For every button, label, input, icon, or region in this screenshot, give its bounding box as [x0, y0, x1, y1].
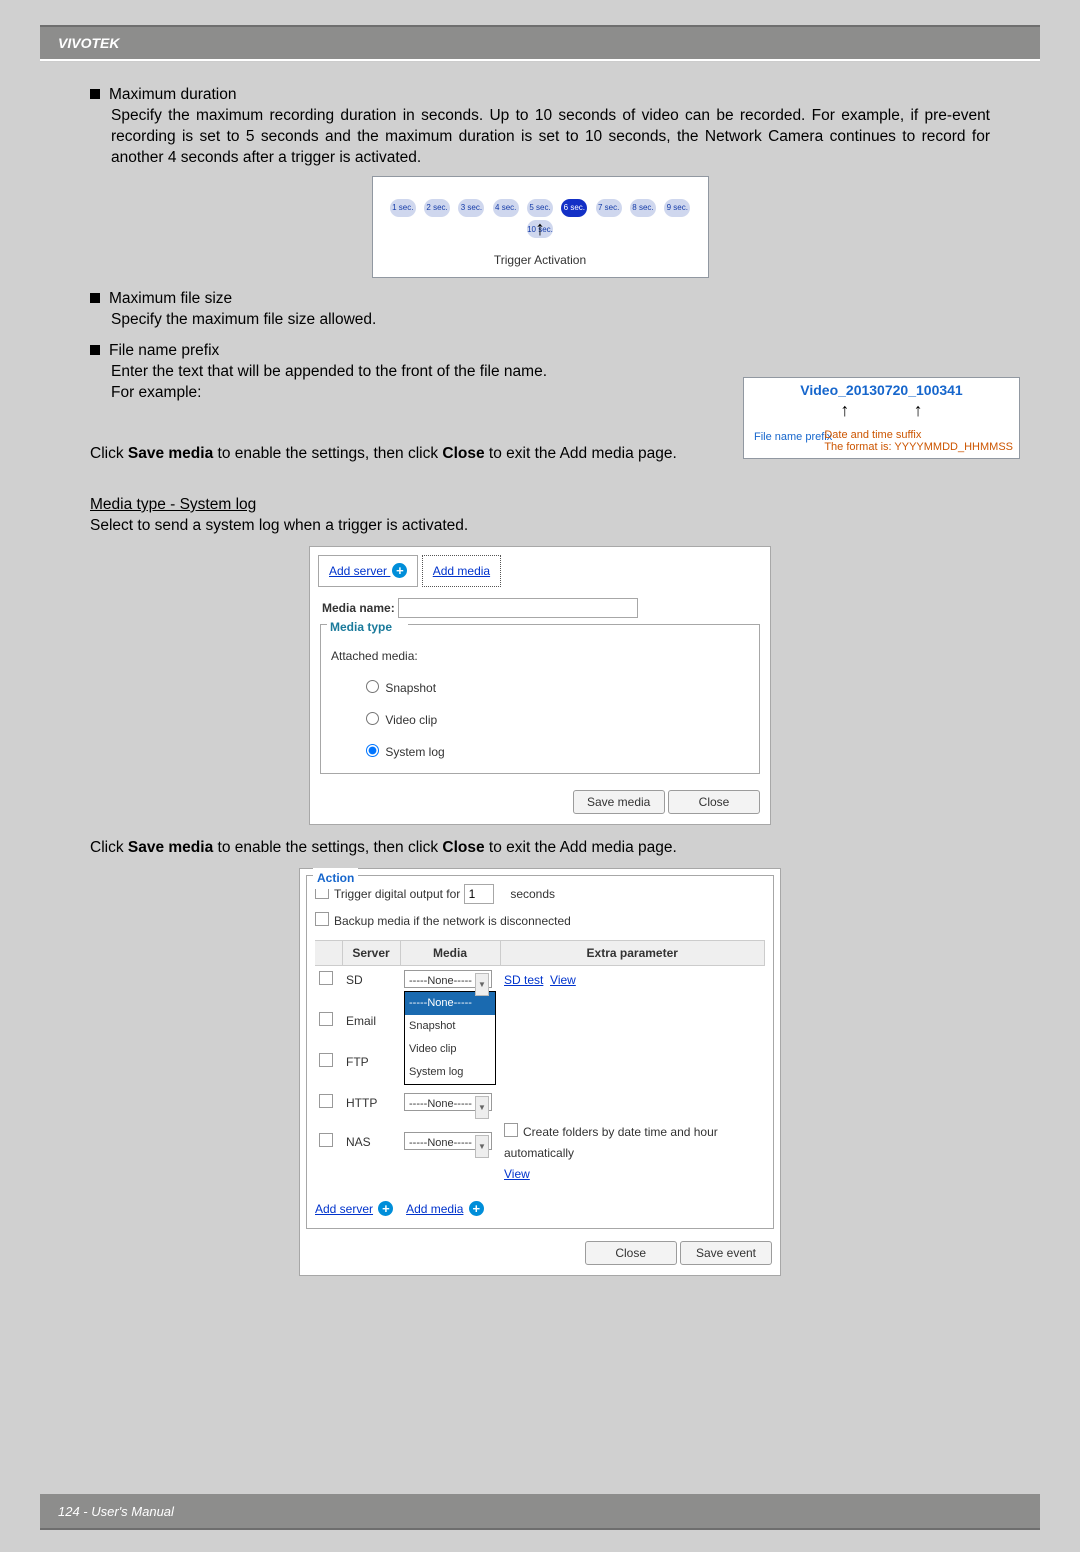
- backup-row: Backup media if the network is disconnec…: [315, 911, 765, 932]
- trigger-diagram: 1 sec. 2 sec. 3 sec. 4 sec. 5 sec. 6 sec…: [372, 176, 709, 278]
- http-media-select[interactable]: -----None-----: [404, 1093, 492, 1111]
- dd-systemlog[interactable]: System log: [405, 1061, 495, 1084]
- dialog-button-row: Save media Close: [310, 784, 770, 824]
- bullet-title: Maximum file size: [109, 290, 232, 307]
- trigger-do-value[interactable]: [464, 884, 494, 904]
- bullet-max-file-size: Maximum file size Specify the maximum fi…: [90, 288, 990, 330]
- checkbox-sd[interactable]: [319, 971, 333, 985]
- attached-media-label: Attached media:: [331, 646, 749, 667]
- radio-snapshot[interactable]: Snapshot: [361, 677, 749, 699]
- radio-systemlog[interactable]: System log: [361, 741, 749, 763]
- filename-suffix-label: Date and time suffix The format is: YYYY…: [824, 429, 1013, 453]
- row-ftp: FTP: [315, 1048, 765, 1089]
- save-close-text-2: Click Save media to enable the settings,…: [90, 837, 990, 858]
- tab-add-media[interactable]: Add media: [422, 555, 501, 587]
- header-separator: [40, 59, 1040, 62]
- save-event-button[interactable]: Save event: [680, 1241, 772, 1265]
- bullet-icon: [90, 293, 100, 303]
- radio-videoclip[interactable]: Video clip: [361, 709, 749, 731]
- checkbox-ftp[interactable]: [319, 1053, 333, 1067]
- action-legend: Action: [313, 868, 358, 889]
- filename-prefix-label: File name prefix: [754, 431, 832, 443]
- header-bar: VIVOTEK: [40, 25, 1040, 59]
- add-media-link[interactable]: Add media: [406, 1202, 463, 1216]
- main-content: Maximum duration Specify the maximum rec…: [90, 84, 990, 1276]
- plus-icon: +: [392, 563, 407, 578]
- row-http: HTTP -----None-----: [315, 1089, 765, 1118]
- plus-icon: +: [469, 1201, 484, 1216]
- close-button[interactable]: Close: [668, 790, 760, 814]
- bullet-icon: [90, 89, 100, 99]
- dd-videoclip[interactable]: Video clip: [405, 1038, 495, 1061]
- sd-view-link[interactable]: View: [550, 973, 576, 987]
- media-name-label: Media name:: [322, 601, 395, 615]
- sec-7: 7 sec.: [596, 199, 622, 217]
- media-type-heading: Media type - System log: [90, 494, 990, 515]
- bullet-desc-2: For example:: [111, 382, 610, 403]
- th-extra: Extra parameter: [500, 941, 765, 966]
- fieldset-legend: Media type: [327, 617, 408, 638]
- checkbox-nas[interactable]: [319, 1133, 333, 1147]
- up-arrow-icon: ↑: [914, 400, 923, 421]
- filename-example-title: Video_20130720_100341: [744, 382, 1019, 398]
- trigger-caption: Trigger Activation: [373, 250, 708, 271]
- filename-example-box: Video_20130720_100341 ↑ ↑ File name pref…: [743, 377, 1020, 459]
- add-server-link[interactable]: Add server: [315, 1202, 373, 1216]
- row-sd: SD -----None----- -----None----- Snapsho…: [315, 966, 765, 1008]
- sec-1: 1 sec.: [390, 199, 416, 217]
- checkbox-http[interactable]: [319, 1094, 333, 1108]
- bullet-desc: Specify the maximum file size allowed.: [111, 309, 990, 330]
- up-arrow-icon: ↑: [535, 219, 545, 240]
- page-footer-text: 124 - User's Manual: [58, 1504, 174, 1519]
- bullet-title: File name prefix: [109, 342, 219, 359]
- up-arrow-icon: ↑: [840, 400, 849, 421]
- bullet-icon: [90, 345, 100, 355]
- sec-8: 8 sec.: [630, 199, 656, 217]
- dd-snapshot[interactable]: Snapshot: [405, 1015, 495, 1038]
- sec-5: 5 sec.: [527, 199, 553, 217]
- media-type-desc: Select to send a system log when a trigg…: [90, 515, 990, 536]
- save-media-button[interactable]: Save media: [573, 790, 665, 814]
- row-nas: NAS -----None----- Create folders by dat…: [315, 1118, 765, 1189]
- trigger-do-row: Trigger digital output for seconds: [315, 884, 765, 905]
- sec-9: 9 sec.: [664, 199, 690, 217]
- brand-text: VIVOTEK: [58, 35, 119, 51]
- plus-icon: +: [378, 1201, 393, 1216]
- tab-add-server[interactable]: Add server +: [318, 555, 418, 587]
- media-dropdown-open[interactable]: -----None----- Snapshot Video clip Syste…: [404, 991, 496, 1085]
- nas-view-link[interactable]: View: [504, 1167, 530, 1181]
- checkbox-nas-folders[interactable]: [504, 1123, 518, 1137]
- media-type-fieldset: Media type Attached media: Snapshot Vide…: [320, 624, 760, 774]
- bullet-max-duration: Maximum duration Specify the maximum rec…: [90, 84, 990, 168]
- sec-3: 3 sec.: [458, 199, 484, 217]
- th-server: Server: [342, 941, 400, 966]
- bullet-desc: Specify the maximum recording duration i…: [111, 105, 990, 168]
- th-media: Media: [400, 941, 500, 966]
- bullet-desc: Enter the text that will be appended to …: [111, 361, 610, 382]
- checkbox-email[interactable]: [319, 1012, 333, 1026]
- tab-strip: Add server + Add media: [310, 547, 770, 586]
- sec-6-active: 6 sec.: [561, 199, 587, 217]
- bullet-title: Maximum duration: [109, 86, 237, 103]
- close-button[interactable]: Close: [585, 1241, 677, 1265]
- nas-media-select[interactable]: -----None-----: [404, 1132, 492, 1150]
- row-email: Email: [315, 1007, 765, 1048]
- footer-bar: 124 - User's Manual: [40, 1494, 1040, 1530]
- sd-test-link[interactable]: SD test: [504, 973, 543, 987]
- action-dialog: Action Trigger digital output for second…: [299, 868, 781, 1276]
- action-table: Server Media Extra parameter SD -----Non…: [315, 940, 765, 1189]
- sec-4: 4 sec.: [493, 199, 519, 217]
- media-name-input[interactable]: [398, 598, 638, 618]
- media-dialog: Add server + Add media Media name: Media…: [309, 546, 771, 825]
- sec-2: 2 sec.: [424, 199, 450, 217]
- sd-media-select[interactable]: -----None-----: [404, 970, 492, 988]
- checkbox-backup[interactable]: [315, 912, 329, 926]
- bullet-file-prefix: File name prefix Enter the text that wil…: [90, 340, 610, 403]
